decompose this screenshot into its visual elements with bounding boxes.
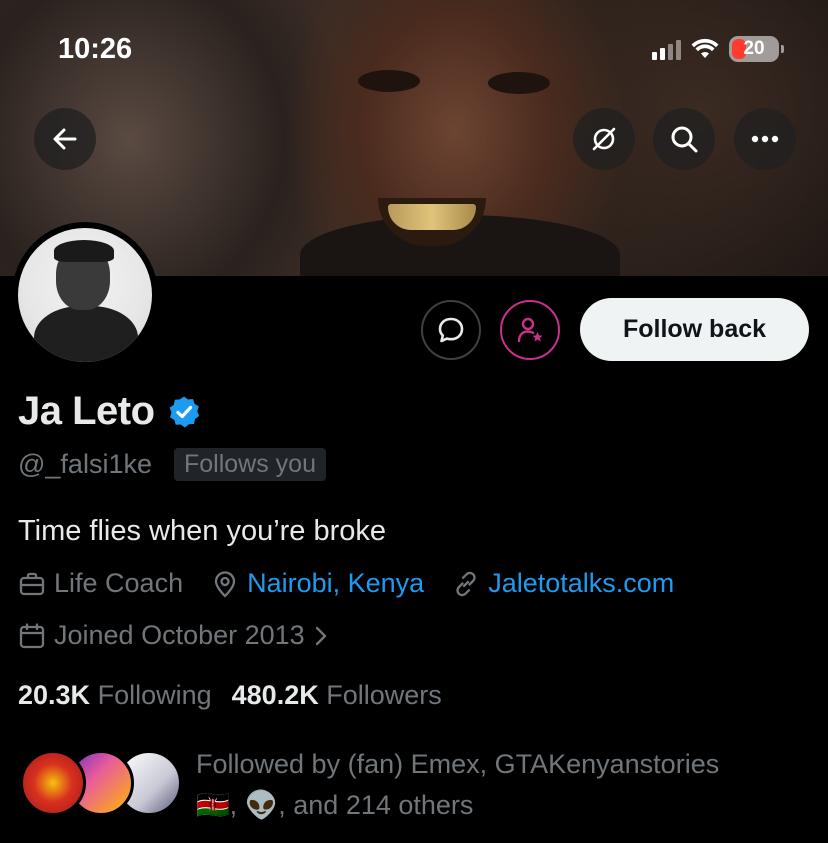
website-link[interactable]: Jaletotalks.com (488, 568, 674, 599)
translate-button[interactable] (573, 108, 635, 170)
avatar (20, 750, 86, 816)
link-icon (456, 571, 476, 596)
follows-you-badge: Follows you (173, 448, 326, 481)
followed-by-avatars[interactable] (20, 750, 182, 820)
banner-detail (388, 204, 476, 230)
category-label: Life Coach (54, 568, 184, 598)
location-link[interactable]: Nairobi, Kenya (247, 568, 424, 599)
profile-joined-row: Joined October 2013 (18, 620, 357, 651)
profile-website: Jaletotalks.com (452, 568, 674, 599)
profile-category: Life Coach (18, 568, 183, 599)
followers-label: Followers (326, 680, 442, 710)
username-handle: @_falsi1ke (18, 449, 152, 479)
battery-icon: 20 (729, 36, 784, 62)
joined-date[interactable]: Joined October 2013 (18, 620, 329, 651)
battery-level: 20 (743, 38, 765, 59)
profile-location: Nairobi, Kenya (211, 568, 424, 599)
search-button[interactable] (653, 108, 715, 170)
message-bubble-icon (438, 317, 464, 343)
profile-meta: Life Coach Nairobi, Kenya Jaletotalks.co… (18, 568, 702, 599)
follow-back-button[interactable]: Follow back (580, 298, 809, 361)
display-name: Ja Leto (18, 389, 155, 433)
profile-name-row: Ja Leto (18, 389, 201, 434)
banner-detail (358, 70, 420, 92)
more-options-button[interactable] (734, 108, 796, 170)
status-time: 10:26 (58, 33, 133, 65)
more-dots-icon (751, 135, 779, 143)
following-count: 20.3K (18, 680, 91, 710)
others-count: , and 214 others (278, 790, 474, 820)
person-star-icon (517, 317, 543, 343)
banner-detail (488, 72, 550, 94)
back-button[interactable] (34, 108, 96, 170)
cellular-signal-icon (652, 38, 681, 60)
alien-emoji-icon: 👽 (244, 790, 279, 820)
followed-by-line2: 🇰🇪, 👽, and 214 others (196, 790, 474, 820)
followed-by-text[interactable]: Followed by (fan) Emex, GTAKenyanstories… (196, 744, 806, 826)
followers-count: 480.2K (231, 680, 319, 710)
translate-icon (592, 127, 616, 151)
briefcase-icon (19, 572, 45, 595)
status-indicators: 20 (652, 36, 784, 62)
profile-bio: Time flies when you’re broke (18, 515, 387, 547)
location-pin-icon (214, 570, 236, 598)
chevron-right-icon (315, 626, 326, 645)
avatar-photo (18, 228, 152, 362)
profile-avatar[interactable] (12, 222, 158, 368)
handle-row: @_falsi1ke Follows you (18, 448, 326, 481)
message-button[interactable] (421, 300, 481, 360)
subscribe-button[interactable] (500, 300, 560, 360)
arrow-left-icon (53, 128, 77, 150)
joined-label: Joined October 2013 (54, 620, 305, 650)
wifi-icon (691, 38, 719, 58)
verified-badge-icon[interactable] (167, 395, 201, 429)
calendar-icon (19, 622, 45, 648)
follow-stats: 20.3K Following 480.2K Followers (18, 680, 442, 711)
search-icon (671, 126, 698, 153)
kenya-flag-icon: 🇰🇪 (196, 790, 230, 820)
following-stat[interactable]: 20.3K Following (18, 680, 212, 711)
followed-by-line1: Followed by (fan) Emex, GTAKenyanstories (196, 749, 720, 779)
followers-stat[interactable]: 480.2K Followers (232, 680, 442, 711)
following-label: Following (97, 680, 212, 710)
